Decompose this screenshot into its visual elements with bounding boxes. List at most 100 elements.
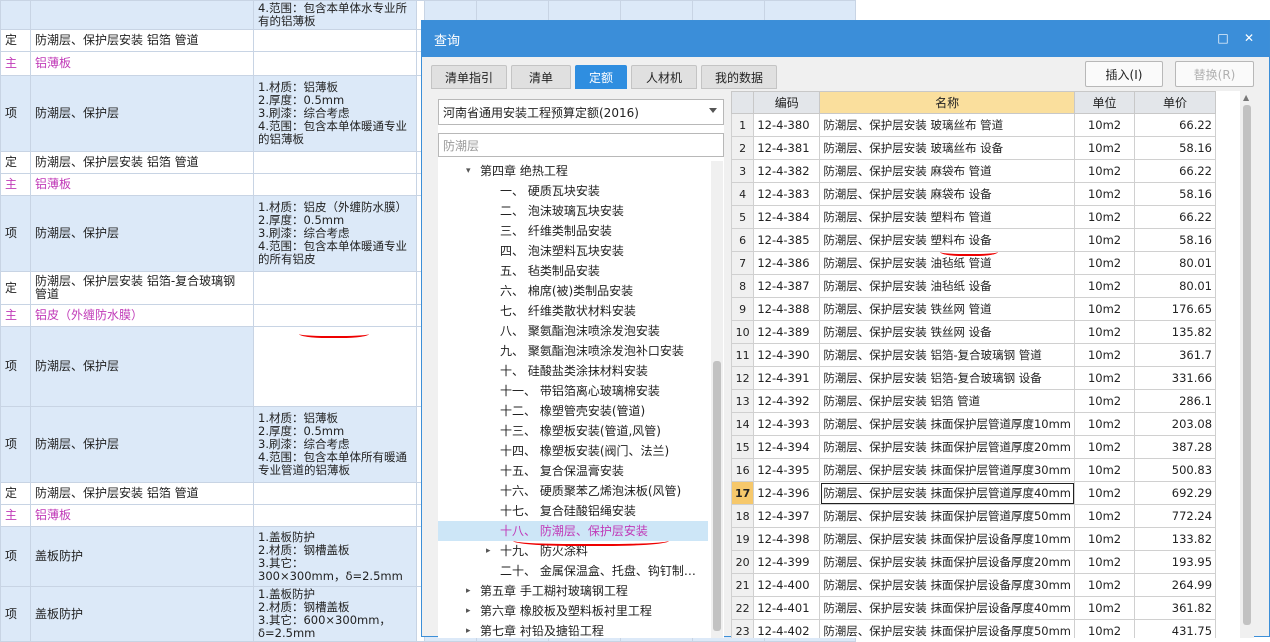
- row-number[interactable]: 16: [731, 458, 755, 482]
- price-cell[interactable]: 331.66: [1134, 366, 1217, 390]
- price-cell[interactable]: 431.75: [1134, 619, 1217, 638]
- close-icon[interactable]: ✕: [1242, 31, 1256, 45]
- name-cell[interactable]: 防潮层、保护层安装 抹面保护层管道厚度50mm: [819, 504, 1076, 528]
- row-type-cell[interactable]: 项: [0, 526, 31, 587]
- tab-3[interactable]: 人材机: [631, 65, 697, 89]
- row-desc-cell[interactable]: [253, 482, 417, 505]
- tree-node[interactable]: 十七、 复合硅酸铝绳安装: [438, 501, 708, 521]
- unit-cell[interactable]: 10m2: [1074, 297, 1136, 321]
- unit-cell[interactable]: 10m2: [1074, 274, 1136, 298]
- price-cell[interactable]: 66.22: [1134, 205, 1217, 229]
- table-row[interactable]: 22 12-4-401 防潮层、保护层安装 抹面保护层设备厚度40mm 10m2 361…: [731, 596, 1217, 620]
- row-desc-cell[interactable]: [253, 271, 417, 305]
- code-cell[interactable]: 12-4-380: [753, 113, 821, 137]
- row-desc-cell[interactable]: [253, 51, 417, 76]
- row-name-cell[interactable]: 防潮层、保护层: [30, 406, 254, 483]
- row-desc-cell[interactable]: [253, 326, 417, 407]
- unit-cell[interactable]: 10m2: [1074, 136, 1136, 160]
- price-cell[interactable]: 361.7: [1134, 343, 1217, 367]
- row-name-cell[interactable]: [30, 0, 254, 30]
- insert-button[interactable]: 插入(I): [1085, 61, 1163, 87]
- code-cell[interactable]: 12-4-381: [753, 136, 821, 160]
- unit-cell[interactable]: 10m2: [1074, 550, 1136, 574]
- tree-node[interactable]: 二、 泡沫玻璃瓦块安装: [438, 201, 708, 221]
- row-number[interactable]: 21: [731, 573, 755, 597]
- row-desc-cell[interactable]: 1.材质：铝薄板 2.厚度：0.5mm 3.刷漆：综合考虑 4.范围：包含本单体…: [253, 406, 417, 483]
- code-cell[interactable]: 12-4-401: [753, 596, 821, 620]
- name-cell[interactable]: 防潮层、保护层安装 铝箔-复合玻璃钢 管道: [819, 343, 1076, 367]
- row-name-cell[interactable]: 防潮层、保护层安装 铝箔 管道: [30, 29, 254, 52]
- table-row[interactable]: 16 12-4-395 防潮层、保护层安装 抹面保护层管道厚度30mm 10m2 500…: [731, 458, 1217, 482]
- tree-scrollbar[interactable]: [711, 161, 723, 638]
- code-cell[interactable]: 12-4-384: [753, 205, 821, 229]
- row-type-cell[interactable]: [0, 0, 31, 30]
- name-cell[interactable]: 防潮层、保护层安装 抹面保护层设备厚度30mm: [819, 573, 1076, 597]
- code-cell[interactable]: 12-4-394: [753, 435, 821, 459]
- code-cell[interactable]: 12-4-386: [753, 251, 821, 275]
- row-number[interactable]: 22: [731, 596, 755, 620]
- chevron-down-icon[interactable]: ▾: [466, 161, 471, 181]
- price-cell[interactable]: 80.01: [1134, 251, 1217, 275]
- row-name-cell[interactable]: 铝皮（外缠防水膜）: [30, 304, 254, 327]
- code-cell[interactable]: 12-4-390: [753, 343, 821, 367]
- header-name[interactable]: 名称: [819, 91, 1076, 114]
- tree-node[interactable]: ▸ 第六章 橡胶板及塑料板衬里工程: [438, 601, 708, 621]
- table-row[interactable]: 17 12-4-396 防潮层、保护层安装 抹面保护层管道厚度40mm 10m2 692…: [731, 481, 1217, 505]
- code-cell[interactable]: 12-4-395: [753, 458, 821, 482]
- unit-cell[interactable]: 10m2: [1074, 527, 1136, 551]
- table-row[interactable]: 20 12-4-399 防潮层、保护层安装 抹面保护层设备厚度20mm 10m2 193…: [731, 550, 1217, 574]
- row-number[interactable]: 12: [731, 366, 755, 390]
- row-type-cell[interactable]: 定: [0, 482, 31, 505]
- price-cell[interactable]: 264.99: [1134, 573, 1217, 597]
- row-number[interactable]: 1: [731, 113, 755, 137]
- row-name-cell[interactable]: 防潮层、保护层安装 铝箔-复合玻璃钢 管道: [30, 271, 254, 305]
- tree-node[interactable]: 二十、 金属保温盒、托盘、钩钉制…: [438, 561, 708, 581]
- price-cell[interactable]: 772.24: [1134, 504, 1217, 528]
- row-name-cell[interactable]: 防潮层、保护层安装 铝箔 管道: [30, 151, 254, 174]
- price-cell[interactable]: 193.95: [1134, 550, 1217, 574]
- name-cell[interactable]: 防潮层、保护层安装 抹面保护层设备厚度20mm: [819, 550, 1076, 574]
- row-desc-cell[interactable]: 4.范围：包含本单体水专业所 有的铝薄板: [253, 0, 417, 30]
- price-cell[interactable]: 66.22: [1134, 113, 1217, 137]
- price-cell[interactable]: 286.1: [1134, 389, 1217, 413]
- row-name-cell[interactable]: 铝薄板: [30, 51, 254, 76]
- unit-cell[interactable]: 10m2: [1074, 504, 1136, 528]
- row-name-cell[interactable]: 防潮层、保护层安装 铝箔 管道: [30, 482, 254, 505]
- code-cell[interactable]: 12-4-397: [753, 504, 821, 528]
- table-row[interactable]: 12 12-4-391 防潮层、保护层安装 铝箔-复合玻璃钢 设备 10m2 331.6…: [731, 366, 1217, 390]
- unit-cell[interactable]: 10m2: [1074, 596, 1136, 620]
- row-name-cell[interactable]: 防潮层、保护层: [30, 75, 254, 152]
- row-number[interactable]: 13: [731, 389, 755, 413]
- unit-cell[interactable]: 10m2: [1074, 113, 1136, 137]
- row-number[interactable]: 23: [731, 619, 755, 638]
- row-desc-cell[interactable]: 1.盖板防护 2.材质：钢槽盖板 3.其它：600×300mm， δ=2.5mm: [253, 586, 417, 642]
- row-number[interactable]: 10: [731, 320, 755, 344]
- name-cell[interactable]: 防潮层、保护层安装 铝箔-复合玻璃钢 设备: [819, 366, 1076, 390]
- price-cell[interactable]: 500.83: [1134, 458, 1217, 482]
- tab-0[interactable]: 清单指引: [431, 65, 507, 89]
- name-cell[interactable]: 防潮层、保护层安装 抹面保护层管道厚度10mm: [819, 412, 1076, 436]
- name-cell[interactable]: 防潮层、保护层安装 麻袋布 设备: [819, 182, 1076, 206]
- row-type-cell[interactable]: 项: [0, 195, 31, 272]
- table-row[interactable]: 11 12-4-390 防潮层、保护层安装 铝箔-复合玻璃钢 管道 10m2 361.7: [731, 343, 1217, 367]
- name-cell[interactable]: 防潮层、保护层安装 铁丝网 管道: [819, 297, 1076, 321]
- row-number[interactable]: 14: [731, 412, 755, 436]
- tree-node[interactable]: 十一、 带铝箔离心玻璃棉安装: [438, 381, 708, 401]
- name-cell[interactable]: 防潮层、保护层安装 玻璃丝布 管道: [819, 113, 1076, 137]
- header-code[interactable]: 编码: [753, 91, 821, 114]
- row-number[interactable]: 15: [731, 435, 755, 459]
- row-name-cell[interactable]: 盖板防护: [30, 526, 254, 587]
- tree-node[interactable]: 三、 纤维类制品安装: [438, 221, 708, 241]
- table-row[interactable]: 8 12-4-387 防潮层、保护层安装 油毡纸 设备 10m2 80.01: [731, 274, 1217, 298]
- price-cell[interactable]: 66.22: [1134, 159, 1217, 183]
- code-cell[interactable]: 12-4-385: [753, 228, 821, 252]
- unit-cell[interactable]: 10m2: [1074, 366, 1136, 390]
- name-cell[interactable]: 防潮层、保护层安装 抹面保护层管道厚度30mm: [819, 458, 1076, 482]
- table-row[interactable]: 19 12-4-398 防潮层、保护层安装 抹面保护层设备厚度10mm 10m2 133…: [731, 527, 1217, 551]
- row-type-cell[interactable]: 主: [0, 173, 31, 196]
- table-row[interactable]: 18 12-4-397 防潮层、保护层安装 抹面保护层管道厚度50mm 10m2 772…: [731, 504, 1217, 528]
- unit-cell[interactable]: 10m2: [1074, 159, 1136, 183]
- unit-cell[interactable]: 10m2: [1074, 458, 1136, 482]
- unit-cell[interactable]: 10m2: [1074, 251, 1136, 275]
- row-number[interactable]: 18: [731, 504, 755, 528]
